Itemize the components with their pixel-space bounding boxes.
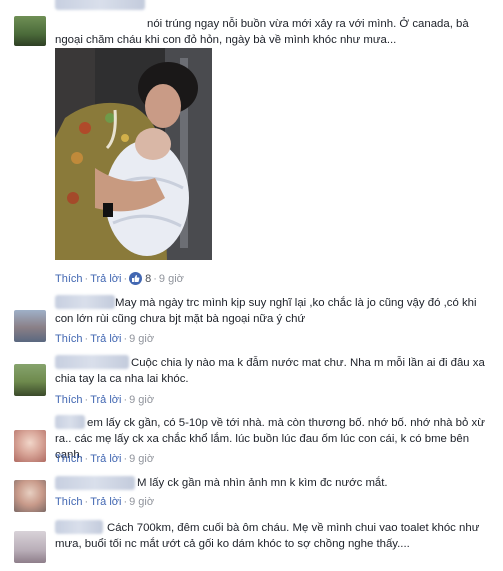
- grandmother-kissing-baby-photo: [55, 48, 212, 260]
- reply-link[interactable]: Trả lời: [90, 333, 121, 345]
- like-link[interactable]: Thích: [55, 394, 83, 406]
- timestamp[interactable]: 9 giờ: [129, 453, 154, 465]
- comment-text: M lấy ck gần mà nhìn ảnh mn k kìm đc nướ…: [137, 477, 388, 489]
- comment-actions: Thích · Trả lời · 9 giờ: [55, 333, 155, 345]
- avatar[interactable]: [14, 16, 46, 46]
- like-link[interactable]: Thích: [55, 273, 83, 285]
- reply-link[interactable]: Trả lời: [90, 496, 121, 508]
- timestamp[interactable]: 9 giờ: [159, 273, 184, 285]
- timestamp[interactable]: 9 giờ: [129, 333, 154, 345]
- comment-text: nói trúng ngay nỗi buồn vừa mới xảy ra v…: [55, 18, 469, 46]
- comment-photo[interactable]: [55, 48, 212, 260]
- avatar[interactable]: [14, 364, 46, 396]
- comment-actions: Thích · Trả lời · 9 giờ: [55, 453, 155, 465]
- thumbs-up-icon[interactable]: [129, 272, 143, 285]
- avatar[interactable]: [14, 310, 46, 342]
- avatar[interactable]: [14, 531, 46, 563]
- comment-actions: Thích · Trả lời · 9 giờ: [55, 496, 155, 508]
- like-link[interactable]: Thích: [55, 333, 83, 345]
- reaction-count[interactable]: 8: [145, 273, 151, 285]
- like-link[interactable]: Thích: [55, 496, 83, 508]
- reply-link[interactable]: Trả lời: [90, 394, 121, 406]
- reply-link[interactable]: Trả lời: [90, 453, 121, 465]
- comment-actions: Thích · Trả lời · 8 · 9 giờ: [55, 272, 184, 285]
- avatar[interactable]: [14, 430, 46, 462]
- reply-link[interactable]: Trả lời: [90, 273, 121, 285]
- blurred-author-name[interactable]: [55, 0, 145, 10]
- comment-text: Cách 700km, đêm cuối bà ôm cháu. Mẹ về m…: [55, 522, 480, 550]
- timestamp[interactable]: 9 giờ: [129, 496, 154, 508]
- like-link[interactable]: Thích: [55, 453, 83, 465]
- comment-text: Cuộc chia ly nào ma k đẫm nước mat chư. …: [55, 357, 485, 385]
- comment-actions: Thích · Trả lời · 9 giờ: [55, 394, 155, 406]
- comment-text: May mà ngày trc mình kịp suy nghĩ lại ,k…: [55, 297, 477, 325]
- timestamp[interactable]: 9 giờ: [129, 394, 154, 406]
- avatar[interactable]: [14, 480, 46, 512]
